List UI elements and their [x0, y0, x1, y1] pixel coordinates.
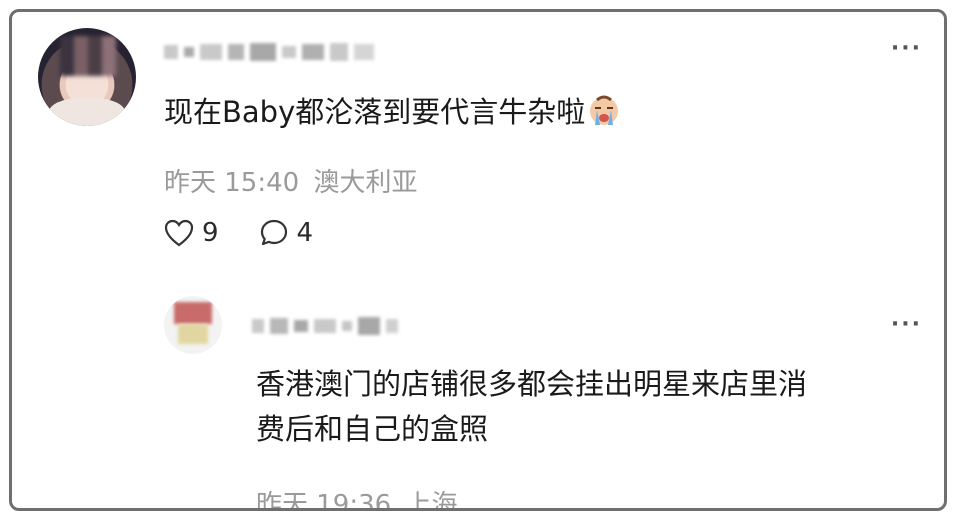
reply-more-options-icon[interactable]: ··· — [891, 312, 922, 337]
reply-location: 上海 — [405, 490, 458, 511]
avatar[interactable] — [38, 28, 136, 126]
reply-meta: 昨天 19:36 上海 — [256, 484, 458, 511]
reply-avatar-blur-top — [174, 302, 212, 324]
like-button[interactable]: 9 — [164, 218, 219, 248]
reply-button[interactable]: 4 — [259, 218, 314, 248]
reply-text-line-1: 香港澳门的店铺很多都会挂出明星来店里消 — [256, 367, 808, 401]
username-blurred[interactable] — [164, 42, 374, 62]
reply-text: 香港澳门的店铺很多都会挂出明星来店里消 费后和自己的盒照 — [256, 362, 807, 452]
comment-actions: 9 4 — [164, 218, 343, 248]
more-options-icon[interactable]: ··· — [891, 36, 922, 61]
comment-meta: 昨天 15:40 澳大利亚 — [164, 162, 417, 199]
crying-face-emoji-icon — [590, 95, 619, 125]
reply-count: 4 — [296, 218, 314, 248]
like-count: 9 — [202, 218, 219, 248]
comment-time: 昨天 15:40 — [164, 168, 300, 198]
avatar-blurred-face — [60, 36, 116, 76]
reply-username-blurred[interactable] — [252, 316, 398, 336]
comment-card: ··· 现在Baby都沦落到要代言牛杂啦 昨天 15:40 澳大利亚 9 4 ·… — [9, 9, 947, 511]
heart-icon — [164, 219, 194, 247]
avatar-shirt — [48, 98, 126, 126]
reply-avatar-blur-bottom — [178, 324, 208, 344]
comment-bubble-icon — [260, 219, 287, 246]
reply-time: 昨天 19:36 — [256, 490, 392, 511]
comment-body: 现在Baby都沦落到要代言牛杂啦 — [164, 95, 586, 129]
comment-location: 澳大利亚 — [313, 168, 418, 198]
reply-avatar[interactable] — [164, 296, 222, 354]
reply-text-line-2: 费后和自己的盒照 — [256, 411, 489, 446]
comment-text: 现在Baby都沦落到要代言牛杂啦 — [164, 90, 621, 135]
